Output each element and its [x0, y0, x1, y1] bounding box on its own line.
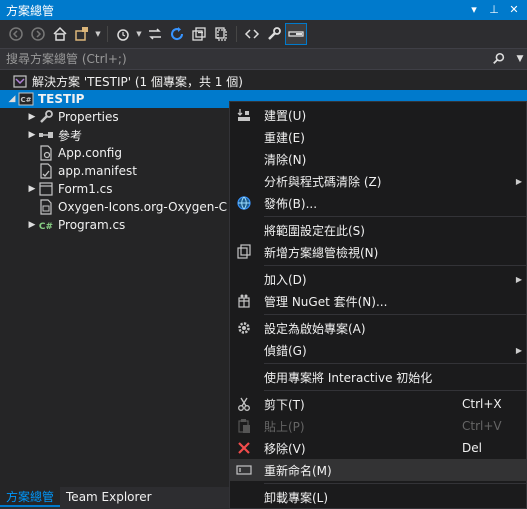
menu-separator — [264, 390, 526, 391]
pending-changes-filter-icon[interactable] — [113, 24, 133, 44]
svg-text:C#: C# — [39, 222, 53, 232]
pin-icon[interactable]: ⊥ — [487, 3, 501, 17]
menu-item-build[interactable]: 建置(U) — [230, 104, 526, 126]
menu-item-unload-project[interactable]: 卸載專案(L) — [230, 486, 526, 508]
menu-item-manage-nuget[interactable]: 管理 NuGet 套件(N)... — [230, 290, 526, 312]
search-options-dropdown-icon[interactable]: ▼ — [513, 54, 527, 64]
tab-team-explorer[interactable]: Team Explorer — [60, 487, 158, 507]
expanded-chevron-icon[interactable]: ◢ — [6, 94, 18, 104]
switch-views-icon[interactable] — [72, 24, 92, 44]
collapsed-chevron-icon[interactable]: ▶ — [26, 184, 38, 194]
collapsed-chevron-icon[interactable]: ▶ — [26, 130, 38, 140]
sync-with-document-icon[interactable] — [145, 24, 165, 44]
window-options-icon[interactable]: ▾ — [467, 3, 481, 17]
remove-shortcut: Del — [462, 441, 482, 455]
forward-icon[interactable] — [28, 24, 48, 44]
refresh-icon[interactable] — [167, 24, 187, 44]
toolbar-separator — [107, 26, 108, 42]
scissors-icon — [230, 393, 258, 415]
remove-x-icon — [230, 437, 258, 459]
manifest-file-icon — [38, 163, 54, 179]
menu-item-add[interactable]: 加入(D) ▶ — [230, 268, 526, 290]
menu-item-set-startup[interactable]: 設定為啟始專案(A) — [230, 317, 526, 339]
collapsed-chevron-icon[interactable]: ▶ — [26, 112, 38, 122]
menu-separator — [264, 216, 526, 217]
tab-solution-explorer[interactable]: 方案總管 — [0, 487, 61, 507]
home-icon[interactable] — [50, 24, 70, 44]
collapse-all-icon[interactable] — [189, 24, 209, 44]
close-icon[interactable]: ✕ — [507, 3, 521, 17]
config-file-icon — [38, 145, 54, 161]
search-input[interactable] — [6, 52, 485, 66]
search-icon[interactable] — [485, 52, 513, 66]
wrench-icon — [38, 109, 54, 125]
menu-separator — [264, 314, 526, 315]
references-icon — [38, 127, 54, 143]
menu-item-rebuild[interactable]: 重建(E) — [230, 126, 526, 148]
properties-wrench-icon[interactable] — [264, 24, 284, 44]
window-title-bar: 方案總管 ▾ ⊥ ✕ — [0, 0, 527, 20]
icon-file-icon — [38, 199, 54, 215]
project-label: TESTIP — [38, 92, 85, 106]
window-title: 方案總管 — [6, 3, 55, 18]
solution-node[interactable]: 解決方案 'TESTIP' (1 個專案，共 1 個) — [0, 72, 527, 90]
solution-label: 解決方案 'TESTIP' (1 個專案，共 1 個) — [32, 74, 243, 89]
menu-item-debug[interactable]: 偵錯(G) ▶ — [230, 339, 526, 361]
csharp-project-icon: C# — [18, 91, 34, 107]
collapsed-chevron-icon[interactable]: ▶ — [26, 220, 38, 230]
preview-selected-items-icon[interactable] — [285, 23, 307, 45]
build-icon — [230, 104, 258, 126]
rename-icon — [230, 459, 258, 481]
menu-item-new-explorer-view[interactable]: 新增方案總管檢視(N) — [230, 241, 526, 263]
menu-item-clean[interactable]: 清除(N) — [230, 148, 526, 170]
menu-item-init-interactive[interactable]: 使用專案將 Interactive 初始化 — [230, 366, 526, 388]
view-code-icon[interactable] — [242, 24, 262, 44]
toolbar-separator — [236, 26, 237, 42]
menu-separator — [264, 363, 526, 364]
menu-item-rename[interactable]: 重新命名(M) — [230, 459, 526, 481]
show-all-files-icon[interactable] — [211, 24, 231, 44]
paste-shortcut: Ctrl+V — [462, 419, 502, 433]
filter-dropdown-icon[interactable]: ▼ — [135, 24, 143, 44]
cut-shortcut: Ctrl+X — [462, 397, 502, 411]
search-bar: ▼ — [0, 48, 527, 70]
toolbar: ▼ ▼ — [0, 20, 527, 48]
menu-item-paste[interactable]: 貼上(P) Ctrl+V — [230, 415, 526, 437]
publish-globe-icon — [230, 192, 258, 214]
paste-icon — [230, 415, 258, 437]
switch-views-dropdown-icon[interactable]: ▼ — [94, 24, 102, 44]
menu-item-scope-to-this[interactable]: 將範圍設定在此(S) — [230, 219, 526, 241]
menu-item-publish[interactable]: 發佈(B)... — [230, 192, 526, 214]
svg-text:C#: C# — [20, 96, 31, 104]
menu-item-analyze[interactable]: 分析與程式碼清除 (Z) ▶ — [230, 170, 526, 192]
back-icon[interactable] — [6, 24, 26, 44]
solution-icon — [12, 73, 28, 89]
form-file-icon — [38, 181, 54, 197]
submenu-arrow-icon: ▶ — [515, 345, 522, 355]
new-view-icon — [230, 241, 258, 263]
nuget-package-icon — [230, 290, 258, 312]
submenu-arrow-icon: ▶ — [515, 176, 522, 186]
menu-item-remove[interactable]: 移除(V) Del — [230, 437, 526, 459]
menu-separator — [264, 265, 526, 266]
menu-separator — [264, 483, 526, 484]
context-menu: 建置(U) 重建(E) 清除(N) 分析與程式碼清除 (Z) ▶ 發佈(B)..… — [229, 101, 527, 509]
csharp-file-icon: C# — [38, 217, 54, 233]
menu-item-cut[interactable]: 剪下(T) Ctrl+X — [230, 393, 526, 415]
gear-icon — [230, 317, 258, 339]
submenu-arrow-icon: ▶ — [515, 274, 522, 284]
